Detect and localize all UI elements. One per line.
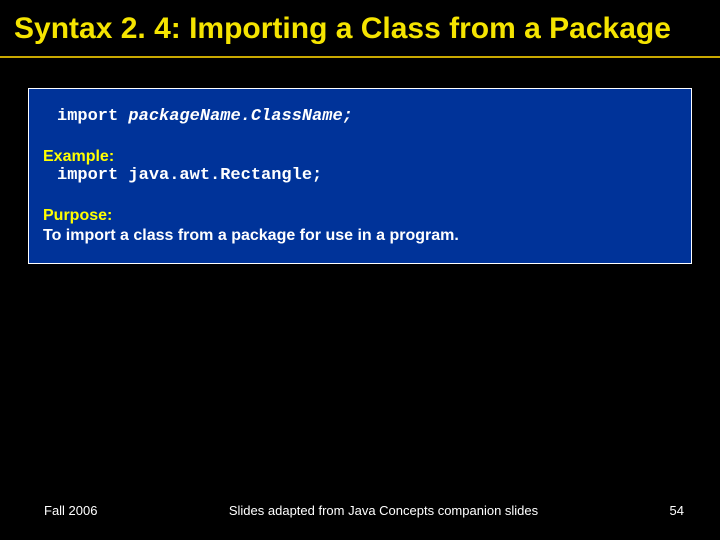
example-code: import java.awt.Rectangle; — [57, 166, 677, 185]
example-label: Example: — [43, 148, 677, 166]
footer-term: Fall 2006 — [44, 503, 97, 518]
title-container: Syntax 2. 4: Importing a Class from a Pa… — [0, 0, 720, 58]
syntax-keyword: import — [57, 107, 128, 126]
syntax-definition: import packageName.ClassName; — [57, 107, 677, 126]
footer-attribution: Slides adapted from Java Concepts compan… — [97, 503, 669, 518]
content-panel: import packageName.ClassName; Example: i… — [28, 88, 692, 264]
slide-footer: Fall 2006 Slides adapted from Java Conce… — [0, 503, 720, 518]
purpose-text: To import a class from a package for use… — [43, 227, 677, 245]
syntax-generic: packageName.ClassName; — [128, 107, 352, 126]
slide-number: 54 — [670, 503, 684, 518]
purpose-label: Purpose: — [43, 207, 677, 225]
slide-title: Syntax 2. 4: Importing a Class from a Pa… — [14, 10, 706, 48]
